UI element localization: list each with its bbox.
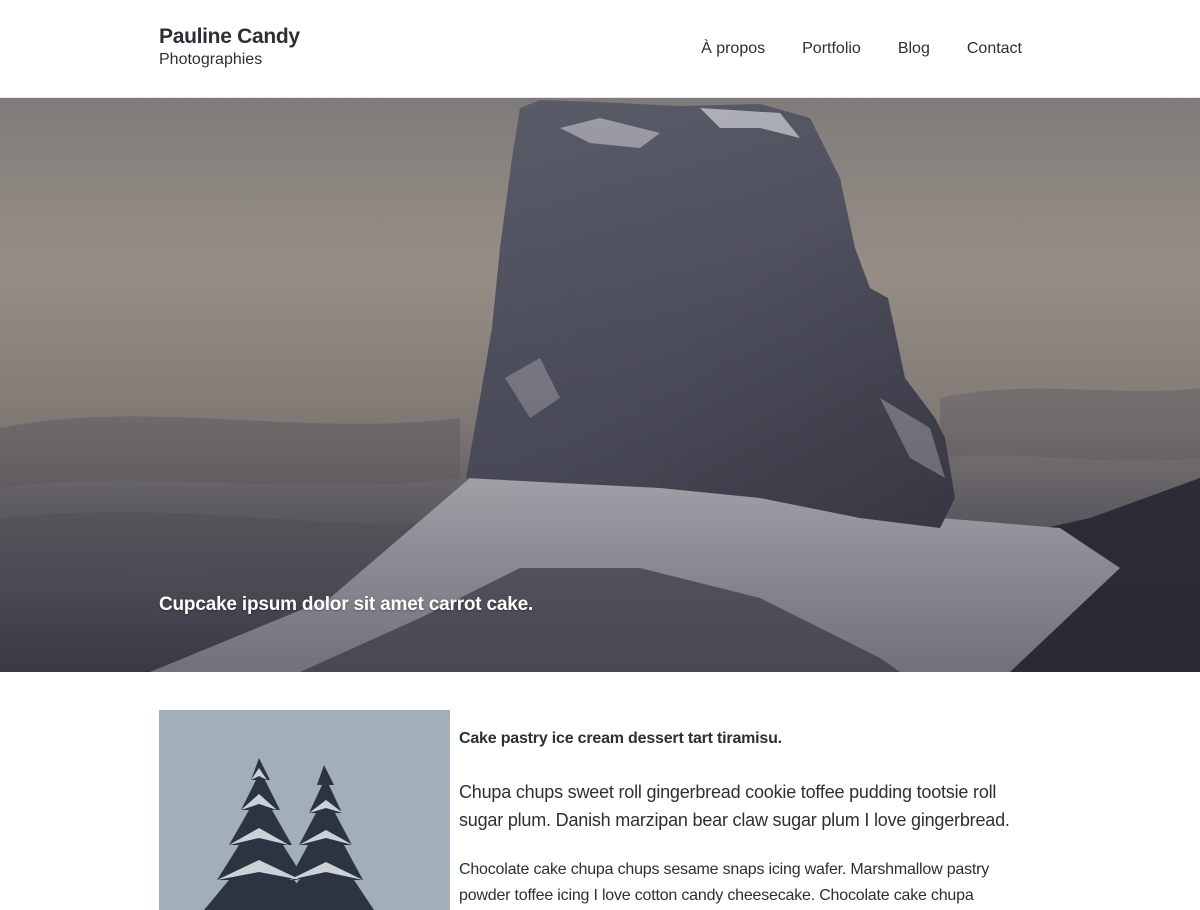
nav-link-portfolio[interactable]: Portfolio <box>802 38 861 60</box>
brand-name[interactable]: Pauline Candy <box>159 24 300 50</box>
article-body: Cake pastry ice cream dessert tart tiram… <box>459 727 1039 909</box>
nav-link-contact[interactable]: Contact <box>967 38 1022 60</box>
hero-banner: Cupcake ipsum dolor sit amet carrot cake… <box>0 98 1200 672</box>
hero-caption: Cupcake ipsum dolor sit amet carrot cake… <box>159 594 534 615</box>
site-header: Pauline Candy Photographies À propos Por… <box>0 0 1200 98</box>
brand-tagline: Photographies <box>159 51 263 68</box>
hero-mountain-image <box>0 98 1200 672</box>
article-paragraph: Chocolate cake chupa chups sesame snaps … <box>459 861 990 904</box>
article-image[interactable] <box>159 710 450 910</box>
nav-link-blog[interactable]: Blog <box>898 38 930 60</box>
snowy-trees-image <box>159 710 450 910</box>
article-section: Cake pastry ice cream dessert tart tiram… <box>0 672 1200 910</box>
article-paragraph: Chupa chups sweet roll gingerbread cooki… <box>459 782 1010 830</box>
main-nav: À propos Portfolio Blog Contact <box>701 38 1022 60</box>
nav-link-a-propos[interactable]: À propos <box>701 38 765 60</box>
article-lead: Cake pastry ice cream dessert tart tiram… <box>459 730 782 747</box>
brand[interactable]: Pauline Candy Photographies <box>159 24 300 70</box>
